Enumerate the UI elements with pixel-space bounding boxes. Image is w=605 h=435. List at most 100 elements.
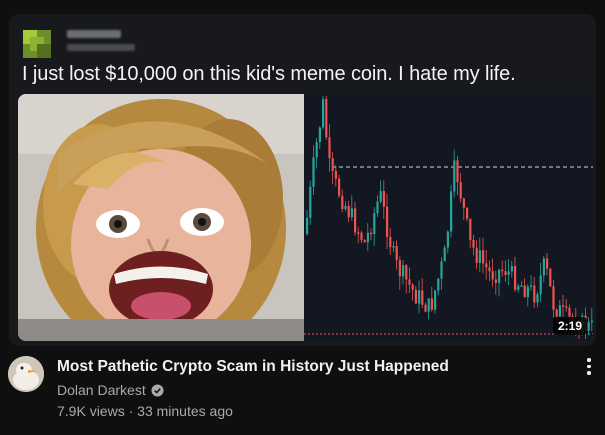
- stats-separator: ·: [124, 403, 138, 419]
- candle-body: [501, 269, 504, 272]
- candle-body: [376, 201, 379, 214]
- candle-body: [568, 307, 571, 317]
- verified-check-icon: [151, 383, 164, 397]
- candle-body: [443, 247, 446, 262]
- candle-body: [498, 269, 501, 283]
- candle-body: [386, 206, 389, 237]
- candle-body: [491, 271, 494, 280]
- candle-body: [312, 157, 315, 187]
- candle-body: [504, 271, 507, 275]
- view-count: 7.9K views: [57, 403, 125, 419]
- video-title[interactable]: Most Pathetic Crypto Scam in History Jus…: [57, 358, 449, 376]
- candle-body: [328, 137, 331, 159]
- candle-body: [408, 279, 411, 285]
- candle-body: [558, 305, 561, 317]
- candle-body: [562, 305, 565, 307]
- candle-body: [485, 263, 488, 268]
- thumbnail-card[interactable]: I just lost $10,000 on this kid's meme c…: [9, 14, 596, 346]
- candle-body: [590, 320, 593, 323]
- blurred-handle: [67, 44, 135, 51]
- candle-body: [478, 250, 481, 263]
- candle-body: [510, 265, 513, 272]
- candle-body: [482, 250, 485, 264]
- candle-body: [472, 239, 475, 248]
- candle-body: [354, 208, 357, 233]
- candle-body: [392, 246, 395, 248]
- candle-body: [475, 247, 478, 263]
- channel-row: Dolan Darkest: [57, 382, 164, 398]
- post-text: I just lost $10,000 on this kid's meme c…: [22, 63, 516, 85]
- candle-body: [341, 195, 344, 210]
- candle-body: [411, 284, 414, 290]
- video-thumbnail[interactable]: 2:19: [18, 94, 593, 341]
- blurred-username: [67, 30, 121, 38]
- candle-body: [450, 191, 453, 232]
- candle-body: [344, 205, 347, 210]
- candle-body: [382, 191, 385, 207]
- candle-body: [325, 99, 328, 138]
- candle-body: [462, 198, 465, 208]
- candle-body: [402, 265, 405, 277]
- candle-body: [507, 271, 510, 275]
- candle-body: [357, 232, 360, 234]
- kid-photo: [18, 94, 304, 341]
- candle-body: [549, 268, 552, 287]
- candle-body: [306, 217, 309, 234]
- candle-body: [514, 265, 517, 290]
- candle-body: [539, 275, 542, 295]
- candle-body: [427, 298, 430, 312]
- post-avatar-pixelated: [23, 30, 51, 58]
- candle-body: [421, 290, 424, 305]
- candle-body: [309, 186, 312, 218]
- candle-body: [488, 267, 491, 272]
- candle-body: [466, 207, 469, 219]
- candle-body: [389, 236, 392, 248]
- candle-body: [366, 232, 369, 243]
- video-stats: 7.9K views · 33 minutes ago: [57, 403, 233, 419]
- candle-body: [469, 218, 472, 240]
- candle-body: [587, 322, 590, 331]
- candle-body: [347, 205, 350, 218]
- candle-body: [526, 286, 529, 298]
- candle-body: [440, 261, 443, 279]
- candle-body: [405, 265, 408, 280]
- duration-badge: 2:19: [552, 317, 587, 335]
- candle-body: [565, 306, 568, 309]
- candle-body: [520, 285, 523, 288]
- candle-body: [555, 309, 558, 317]
- candlestick-chart: [304, 94, 593, 341]
- candle-body: [350, 208, 353, 218]
- channel-avatar[interactable]: [8, 356, 44, 392]
- video-meta: Most Pathetic Crypto Scam in History Jus…: [0, 352, 605, 432]
- candle-body: [395, 246, 398, 261]
- candle-body: [533, 285, 536, 303]
- candle-body: [318, 127, 321, 143]
- more-vert-icon[interactable]: [585, 358, 593, 378]
- candle-body: [414, 289, 417, 304]
- candle-body: [456, 160, 459, 183]
- candle-body: [536, 294, 539, 303]
- candle-body: [363, 240, 366, 243]
- candle-body: [552, 286, 555, 310]
- candle-body: [517, 286, 520, 290]
- candle-body: [379, 191, 382, 202]
- channel-name[interactable]: Dolan Darkest: [57, 382, 146, 398]
- candle-body: [331, 158, 334, 171]
- candle-body: [338, 178, 341, 196]
- candle-body: [430, 298, 433, 310]
- candle-body: [322, 99, 325, 128]
- candle-body: [424, 304, 427, 312]
- candle-body: [434, 290, 437, 310]
- candle-body: [437, 278, 440, 291]
- candle-body: [542, 258, 545, 276]
- candle-body: [370, 232, 373, 235]
- candle-body: [373, 213, 376, 235]
- candle-body: [418, 290, 421, 304]
- candle-body: [360, 232, 363, 241]
- candle-body: [494, 279, 497, 283]
- candle-body: [453, 160, 456, 192]
- candle-body: [315, 142, 318, 158]
- candle-body: [334, 170, 337, 179]
- candle-body: [530, 285, 533, 287]
- candle-body: [523, 285, 526, 298]
